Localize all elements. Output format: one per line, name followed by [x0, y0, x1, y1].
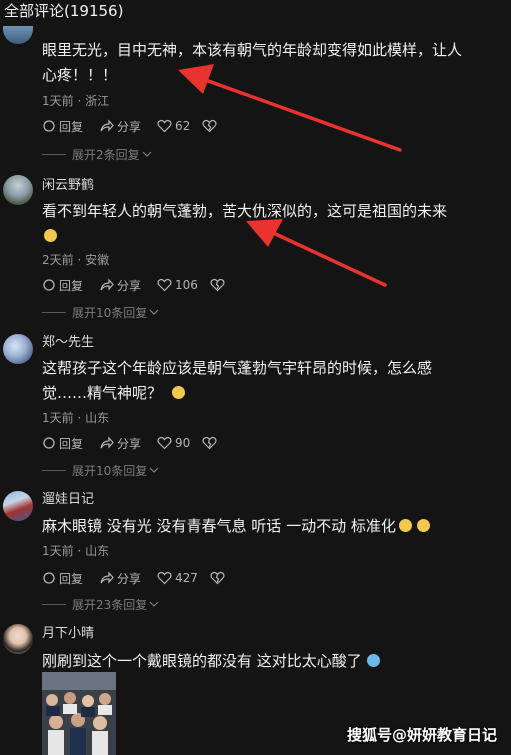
- divider-line: [42, 603, 66, 605]
- dislike-button[interactable]: [210, 278, 228, 292]
- share-button[interactable]: 分享: [99, 570, 141, 587]
- share-icon: [100, 436, 114, 449]
- dislike-button[interactable]: [210, 571, 228, 585]
- chevron-down-icon: [142, 151, 152, 157]
- dislike-button[interactable]: [202, 119, 220, 133]
- comment-text-line: 觉……精气神呢？: [42, 381, 502, 406]
- comment-text-line: [42, 224, 502, 249]
- crying-emoji-icon: [366, 654, 380, 667]
- comments-header: 全部评论(19156): [4, 2, 124, 20]
- expand-label: 展开10条回复: [72, 463, 148, 478]
- like-count: 427: [175, 571, 198, 585]
- comment-meta: 2天前 · 安徽: [42, 253, 110, 267]
- reply-button[interactable]: 回复: [42, 570, 83, 587]
- expand-replies[interactable]: 展开23条回复: [42, 596, 159, 612]
- comment-meta: 1天前 · 山东: [42, 411, 110, 425]
- reply-icon: [43, 120, 55, 132]
- divider-line: [42, 311, 66, 313]
- comment-meta: 1天前 · 浙江: [42, 94, 110, 108]
- broken-heart-icon: [202, 436, 217, 450]
- expand-label: 展开2条回复: [72, 147, 140, 162]
- thinking-emoji-icon: [172, 386, 186, 399]
- chevron-down-icon: [149, 601, 159, 607]
- reply-button[interactable]: 回复: [42, 435, 83, 452]
- avatar[interactable]: [3, 26, 33, 44]
- divider-line: [42, 153, 66, 155]
- heart-icon: [157, 571, 172, 585]
- like-button[interactable]: 62: [157, 119, 190, 133]
- chevron-down-icon: [149, 309, 159, 315]
- like-button[interactable]: 106: [157, 278, 198, 292]
- share-icon: [100, 119, 114, 132]
- like-count: 106: [175, 278, 198, 292]
- share-icon: [100, 571, 114, 584]
- comment-text-line: 麻木眼镜 没有光 没有青春气息 听话 一动不动 标准化: [42, 514, 502, 539]
- reply-icon: [43, 279, 55, 291]
- reply-icon: [43, 572, 55, 584]
- dislike-button[interactable]: [202, 436, 220, 450]
- watermark: 搜狐号@妍妍教育日记: [346, 726, 497, 744]
- like-count: 90: [175, 436, 191, 450]
- comment-actions: 回复 分享 62: [42, 117, 236, 135]
- share-button[interactable]: 分享: [99, 435, 141, 452]
- reply-button[interactable]: 回复: [42, 277, 83, 294]
- comment-username[interactable]: 月下小晴: [42, 626, 94, 642]
- share-icon: [100, 278, 114, 291]
- broken-heart-icon: [202, 119, 217, 133]
- comment-meta: 1天前 · 山东: [42, 544, 110, 558]
- comment-text-line: 刚刷到这个一个戴眼镜的都没有 这对比太心酸了: [42, 649, 502, 674]
- comment-text-line: 眼里无光，目中无神，本该有朝气的年龄却变得如此模样，让人: [42, 41, 463, 59]
- share-label: 分享: [117, 571, 142, 586]
- broken-heart-icon: [210, 571, 225, 585]
- broken-heart-icon: [210, 278, 225, 292]
- avatar[interactable]: [3, 175, 33, 205]
- expand-label: 展开10条回复: [72, 305, 148, 320]
- comment-username[interactable]: 郑～先生: [42, 335, 94, 351]
- divider-line: [42, 469, 66, 471]
- classroom-photo: [42, 672, 116, 755]
- grimace-emoji-icon: [44, 229, 57, 242]
- clap-emoji-icon: [416, 519, 430, 532]
- avatar[interactable]: [3, 624, 33, 654]
- like-count: 62: [175, 119, 191, 133]
- reply-label: 回复: [59, 278, 84, 293]
- chevron-down-icon: [149, 467, 159, 473]
- reply-label: 回复: [59, 119, 84, 134]
- like-button[interactable]: 90: [157, 436, 190, 450]
- comment-actions: 回复 分享 90: [42, 434, 236, 452]
- clap-emoji-icon: [398, 519, 412, 532]
- share-button[interactable]: 分享: [99, 277, 141, 294]
- comment-text-line: 心疼！！！: [42, 66, 118, 84]
- expand-replies[interactable]: 展开10条回复: [42, 462, 159, 478]
- expand-replies[interactable]: 展开10条回复: [42, 304, 159, 320]
- reply-label: 回复: [59, 571, 84, 586]
- expand-label: 展开23条回复: [72, 597, 148, 612]
- comment-photo[interactable]: [42, 672, 116, 755]
- avatar[interactable]: [3, 334, 33, 364]
- share-label: 分享: [117, 278, 142, 293]
- heart-icon: [157, 119, 172, 133]
- share-label: 分享: [117, 119, 142, 134]
- expand-replies[interactable]: 展开2条回复: [42, 146, 152, 162]
- heart-icon: [157, 278, 172, 292]
- reply-label: 回复: [59, 436, 84, 451]
- like-button[interactable]: 427: [157, 571, 198, 585]
- share-button[interactable]: 分享: [99, 118, 141, 135]
- heart-icon: [157, 436, 172, 450]
- comment-actions: 回复 分享 106: [42, 276, 244, 294]
- comment-username[interactable]: 遛娃日记: [42, 492, 94, 508]
- share-label: 分享: [117, 436, 142, 451]
- comment-actions: 回复 分享 427: [42, 569, 244, 587]
- reply-icon: [43, 437, 55, 449]
- comment-username[interactable]: 闲云野鹤: [42, 178, 94, 194]
- comment-text-line: 这帮孩子这个年龄应该是朝气蓬勃气宇轩昂的时候，怎么感: [42, 359, 433, 377]
- reply-button[interactable]: 回复: [42, 118, 83, 135]
- comment-text-line: 看不到年轻人的朝气蓬勃，苦大仇深似的，这可是祖国的未来: [42, 202, 448, 220]
- avatar[interactable]: [3, 491, 33, 521]
